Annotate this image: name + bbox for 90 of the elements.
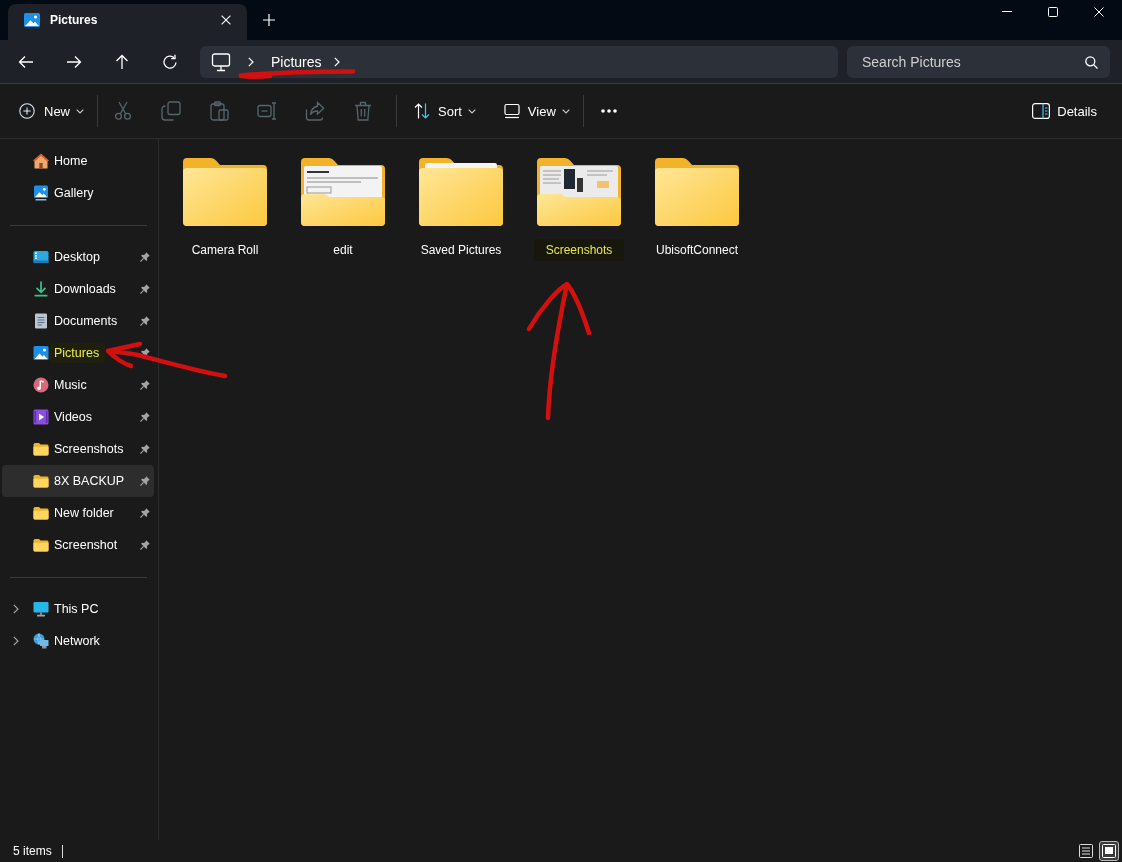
- desktop-icon: [33, 249, 49, 265]
- folder-icon: [33, 505, 49, 521]
- folder-name[interactable]: Camera Roll: [183, 239, 267, 261]
- pin-icon[interactable]: [140, 380, 150, 390]
- share-icon: [305, 101, 325, 121]
- gallery-icon: [33, 185, 49, 201]
- plus-icon: [263, 14, 275, 26]
- scissors-icon: [113, 101, 133, 121]
- sidebar-item[interactable]: New folder: [2, 497, 154, 529]
- sidebar-item[interactable]: 8X BACKUP: [2, 465, 154, 497]
- pin-icon[interactable]: [140, 444, 150, 454]
- close-icon: [221, 15, 231, 25]
- music-note-icon: [33, 377, 49, 393]
- sidebar-item[interactable]: Desktop: [2, 241, 154, 273]
- sidebar-item[interactable]: Videos: [2, 401, 154, 433]
- folder-icon[interactable]: [419, 158, 503, 226]
- view-icon: [503, 103, 520, 119]
- list-icon: [1079, 844, 1093, 858]
- chevron-icon[interactable]: [13, 604, 19, 614]
- large-icons-view-button[interactable]: [1099, 841, 1119, 861]
- folder-preview-icon[interactable]: [301, 158, 385, 226]
- pin-icon[interactable]: [140, 508, 150, 518]
- folder-name[interactable]: Saved Pictures: [412, 239, 510, 261]
- pin-icon[interactable]: [140, 284, 150, 294]
- sidebar-item[interactable]: Music: [2, 369, 154, 401]
- trash-icon: [353, 101, 373, 121]
- details-button[interactable]: Details: [1024, 93, 1107, 129]
- sidebar-item[interactable]: Gallery: [2, 177, 154, 209]
- rename-icon: [257, 101, 277, 121]
- back-arrow-icon: [18, 53, 34, 70]
- folder-icon: [33, 537, 49, 553]
- tab[interactable]: Pictures: [8, 4, 247, 40]
- plus-circle-icon: [18, 103, 36, 119]
- maximize-icon: [1048, 6, 1058, 17]
- folder-name[interactable]: UbisoftConnect: [647, 239, 746, 261]
- pin-icon[interactable]: [140, 252, 150, 262]
- pin-icon[interactable]: [140, 316, 150, 326]
- search-field[interactable]: Search Pictures: [847, 45, 1110, 78]
- tile-icon: [1102, 844, 1116, 858]
- folder-icon[interactable]: [183, 158, 267, 226]
- copy-icon: [161, 101, 181, 121]
- chevron-icon[interactable]: [13, 636, 19, 646]
- search-icon[interactable]: [1085, 55, 1098, 69]
- caret-icon: [76, 108, 84, 114]
- folder-name[interactable]: Screenshots: [533, 239, 625, 261]
- folder-icon[interactable]: [655, 158, 739, 226]
- pin-icon[interactable]: [140, 412, 150, 422]
- refresh-icon: [162, 53, 178, 70]
- monitor-icon: [33, 601, 49, 617]
- item-count: 5 items: [13, 844, 52, 858]
- sort-button[interactable]: Sort: [402, 93, 484, 129]
- view-button[interactable]: View: [491, 93, 578, 129]
- sidebar-item[interactable]: This PC: [2, 593, 154, 625]
- monitor-icon: [211, 51, 231, 72]
- close-icon: [1094, 6, 1104, 17]
- house-icon: [33, 153, 49, 169]
- picture-icon: [33, 345, 49, 361]
- sidebar-item[interactable]: Documents: [2, 305, 154, 337]
- pin-icon[interactable]: [140, 540, 150, 550]
- sort-icon: [414, 103, 430, 119]
- sidebar-item[interactable]: Network: [2, 625, 154, 657]
- folder-icon: [33, 473, 49, 489]
- pin-icon[interactable]: [140, 476, 150, 486]
- address-bar[interactable]: Pictures: [200, 45, 838, 78]
- details-pane-icon: [1032, 103, 1051, 119]
- sidebar-item[interactable]: Screenshot: [2, 529, 154, 561]
- up-arrow-icon: [114, 53, 130, 70]
- breadcrumb-item[interactable]: Pictures: [265, 49, 328, 74]
- minimize-icon: [1002, 11, 1012, 12]
- chevron-icon: [248, 56, 254, 67]
- new-button[interactable]: New: [10, 93, 92, 129]
- folder-preview-icon[interactable]: [537, 158, 621, 226]
- caret-icon: [467, 108, 476, 114]
- sidebar-item[interactable]: Downloads: [2, 273, 154, 305]
- forward-arrow-icon: [66, 53, 82, 70]
- folder-name[interactable]: edit: [325, 239, 361, 261]
- details-view-button[interactable]: [1076, 841, 1096, 861]
- sidebar-item[interactable]: Pictures: [2, 337, 154, 369]
- picture-icon: [24, 12, 40, 28]
- sidebar-item[interactable]: Screenshots: [2, 433, 154, 465]
- folder-icon: [33, 441, 49, 457]
- sidebar-item[interactable]: Home: [2, 145, 154, 177]
- caret-icon: [561, 108, 570, 114]
- ellipsis-icon: [600, 109, 617, 113]
- network-icon: [33, 633, 49, 649]
- pin-icon[interactable]: [140, 348, 150, 358]
- video-icon: [33, 409, 49, 425]
- clipboard-icon: [209, 101, 229, 121]
- document-icon: [33, 313, 49, 329]
- download-icon: [33, 281, 49, 297]
